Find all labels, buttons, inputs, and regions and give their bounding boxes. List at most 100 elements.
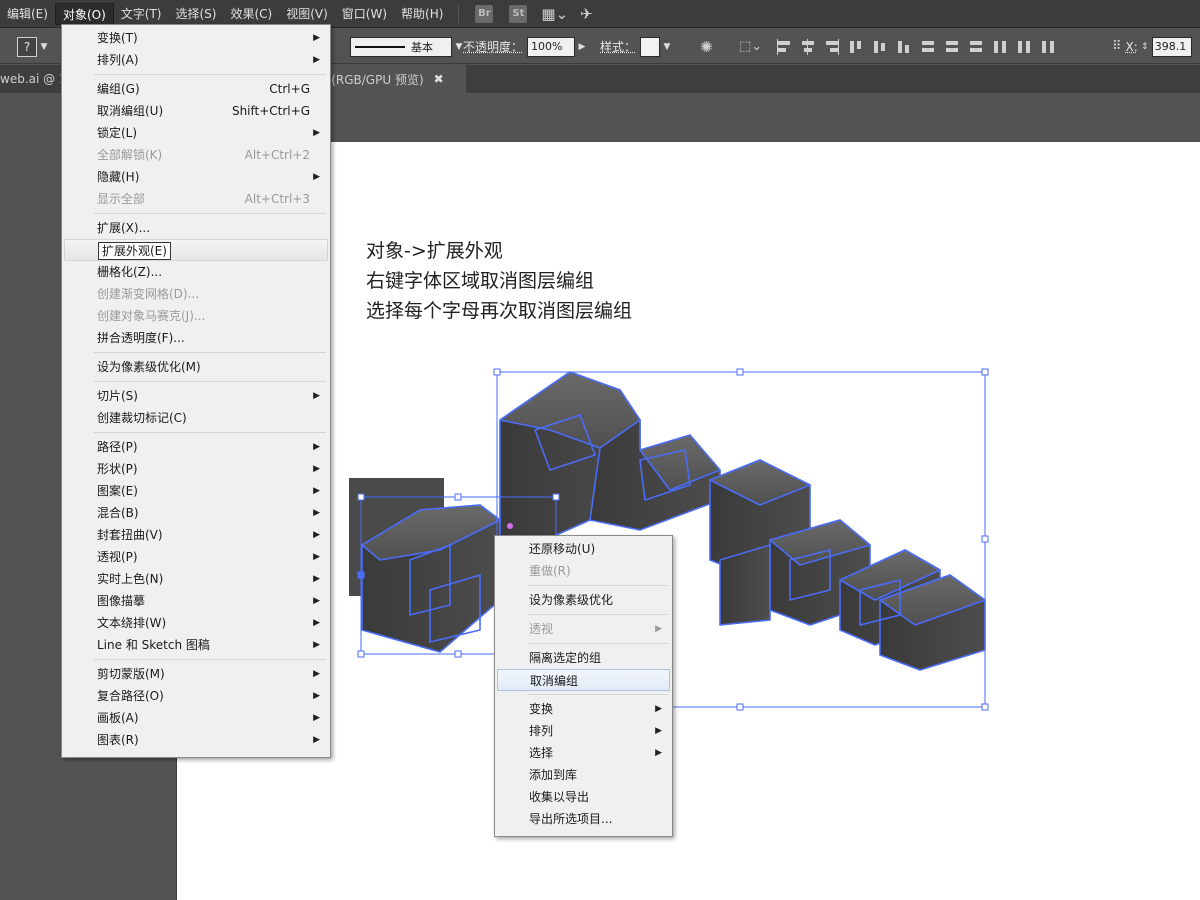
align-right-icon[interactable]: [824, 38, 840, 55]
bridge-icon[interactable]: Br: [475, 4, 494, 23]
opacity-input[interactable]: 100%: [527, 36, 576, 57]
menu-item-create-trim-marks[interactable]: 创建裁切标记(C): [64, 407, 328, 429]
menu-select[interactable]: 选择(S): [168, 3, 223, 25]
chevron-right-icon: ▶: [313, 530, 320, 540]
menu-item-rasterize[interactable]: 栅格化(Z)...: [64, 261, 328, 283]
distribute-hcenter-icon[interactable]: [1016, 39, 1032, 55]
chevron-right-icon: ▶: [655, 726, 662, 736]
menu-item-transform[interactable]: 变换(T) ▶: [64, 27, 328, 49]
menu-item-unlock-all: 全部解锁(K) Alt+Ctrl+2: [64, 144, 328, 166]
context-item-transform[interactable]: 变换 ▶: [497, 698, 670, 720]
chevron-right-icon: ▶: [313, 669, 320, 679]
menu-item-blend[interactable]: 混合(B) ▶: [64, 502, 328, 524]
chevron-down-icon[interactable]: ▼: [660, 37, 674, 57]
menu-effect[interactable]: 效果(C): [223, 3, 279, 25]
chevron-right-icon: ▶: [313, 55, 320, 65]
distribute-right-icon[interactable]: [1040, 39, 1056, 55]
menu-item-show-all: 显示全部 Alt+Ctrl+3: [64, 188, 328, 210]
stock-icon[interactable]: St: [509, 4, 528, 23]
distribute-top-icon[interactable]: [920, 39, 936, 55]
align-left-icon[interactable]: [776, 38, 792, 55]
menu-item-line-and-sketch-art[interactable]: Line 和 Sketch 图稿 ▶: [64, 634, 328, 656]
stepper-icon[interactable]: ⇕: [1138, 37, 1152, 57]
chevron-right-icon: ▶: [313, 552, 320, 562]
workspace-layout-icon[interactable]: ▦⌄: [541, 5, 568, 23]
chevron-right-icon[interactable]: ▶: [575, 37, 589, 57]
context-item-select[interactable]: 选择 ▶: [497, 742, 670, 764]
align-to-selection-icon[interactable]: ⬚⌄: [739, 39, 762, 54]
expand-appearance-label: 扩展外观(E): [98, 242, 171, 260]
menu-item-clipping-mask[interactable]: 剪切蒙版(M) ▶: [64, 663, 328, 685]
menu-item-perspective[interactable]: 透视(P) ▶: [64, 546, 328, 568]
menu-item-path[interactable]: 路径(P) ▶: [64, 436, 328, 458]
chevron-right-icon: ▶: [313, 172, 320, 182]
recolor-icon[interactable]: ✺: [700, 38, 713, 56]
menu-item-graph[interactable]: 图表(R) ▶: [64, 729, 328, 751]
menu-help[interactable]: 帮助(H): [394, 3, 450, 25]
menu-item-expand-appearance[interactable]: 扩展外观(E): [64, 239, 328, 261]
object-menu-dropdown: 变换(T) ▶ 排列(A) ▶ 编组(G) Ctrl+G 取消编组(U) Shift+C…: [61, 24, 331, 758]
menu-item-create-object-mosaic: 创建对象马赛克(J)...: [97, 309, 206, 323]
menu-type[interactable]: 文字(T): [114, 3, 169, 25]
shortcut-label: Shift+Ctrl+G: [231, 104, 310, 118]
menu-item-expand[interactable]: 扩展(X)...: [64, 217, 328, 239]
align-vcenter-icon[interactable]: [872, 39, 888, 55]
context-item-add-to-library[interactable]: 添加到库: [497, 764, 670, 786]
menu-item-envelope-distort[interactable]: 封套扭曲(V) ▶: [64, 524, 328, 546]
context-item-make-pixel-perfect[interactable]: 设为像素级优化: [497, 589, 670, 611]
menu-item-group[interactable]: 编组(G) Ctrl+G: [64, 78, 328, 100]
menu-item-live-paint[interactable]: 实时上色(N) ▶: [64, 568, 328, 590]
question-box[interactable]: ?: [17, 36, 37, 57]
send-icon[interactable]: ✈: [580, 5, 593, 23]
distribute-bottom-icon[interactable]: [968, 39, 984, 55]
chevron-right-icon: ▶: [655, 704, 662, 714]
chevron-right-icon: ▶: [313, 735, 320, 745]
context-item-ungroup[interactable]: 取消编组: [497, 669, 670, 691]
menu-item-text-wrap[interactable]: 文本绕排(W) ▶: [64, 612, 328, 634]
menu-item-ungroup[interactable]: 取消编组(U) Shift+Ctrl+G: [64, 100, 328, 122]
chevron-right-icon: ▶: [313, 691, 320, 701]
distribute-vcenter-icon[interactable]: [944, 39, 960, 55]
chevron-down-icon[interactable]: ▼: [37, 37, 51, 57]
menu-item-lock[interactable]: 锁定(L) ▶: [64, 122, 328, 144]
context-item-undo-move[interactable]: 还原移动(U): [497, 538, 670, 560]
style-swatch[interactable]: [640, 36, 661, 57]
x-input[interactable]: 398.1: [1151, 36, 1192, 57]
menu-window[interactable]: 窗口(W): [335, 3, 394, 25]
stroke-profile-field[interactable]: 基本: [350, 36, 452, 57]
align-top-icon[interactable]: [848, 39, 864, 55]
context-item-isolate-group[interactable]: 隔离选定的组: [497, 647, 670, 669]
context-item-arrange[interactable]: 排列 ▶: [497, 720, 670, 742]
chevron-right-icon: ▶: [313, 442, 320, 452]
transform-reference-icon[interactable]: ⠿: [1112, 39, 1122, 54]
menu-separator: [94, 659, 326, 660]
context-item-collect-for-export[interactable]: 收集以导出: [497, 786, 670, 808]
menu-item-artboards[interactable]: 画板(A) ▶: [64, 707, 328, 729]
context-item-export-selection[interactable]: 导出所选项目...: [497, 808, 670, 830]
tab-active-document[interactable]: % (RGB/GPU 预览) ✖: [308, 65, 466, 93]
opacity-label[interactable]: 不透明度：: [463, 38, 523, 55]
menu-separator: [94, 432, 326, 433]
menu-item-make-pixel-perfect[interactable]: 设为像素级优化(M): [64, 356, 328, 378]
close-icon[interactable]: ✖: [434, 72, 444, 86]
menu-item-slice[interactable]: 切片(S) ▶: [64, 385, 328, 407]
align-hcenter-icon[interactable]: [800, 38, 816, 55]
menu-item-shape[interactable]: 形状(P) ▶: [64, 458, 328, 480]
menu-item-pattern[interactable]: 图案(E) ▶: [64, 480, 328, 502]
menu-item-compound-path[interactable]: 复合路径(O) ▶: [64, 685, 328, 707]
menu-view[interactable]: 视图(V): [279, 3, 335, 25]
menu-object[interactable]: 对象(O): [54, 2, 114, 25]
question-control[interactable]: ? ▼: [17, 29, 51, 64]
menu-item-flatten-transparency[interactable]: 拼合透明度(F)...: [64, 327, 328, 349]
chevron-right-icon: ▶: [313, 596, 320, 606]
align-bottom-icon[interactable]: [896, 39, 912, 55]
menu-item-hide[interactable]: 隐藏(H) ▶: [64, 166, 328, 188]
menu-edit[interactable]: 编辑(E): [0, 3, 55, 25]
tab-web-ai[interactable]: web.ai @ 1: [0, 65, 67, 93]
distribute-left-icon[interactable]: [992, 39, 1008, 55]
menu-separator: [94, 213, 326, 214]
chevron-right-icon: ▶: [655, 748, 662, 758]
chevron-right-icon: ▶: [655, 624, 662, 634]
menu-item-image-trace[interactable]: 图像描摹 ▶: [64, 590, 328, 612]
menu-item-arrange[interactable]: 排列(A) ▶: [64, 49, 328, 71]
